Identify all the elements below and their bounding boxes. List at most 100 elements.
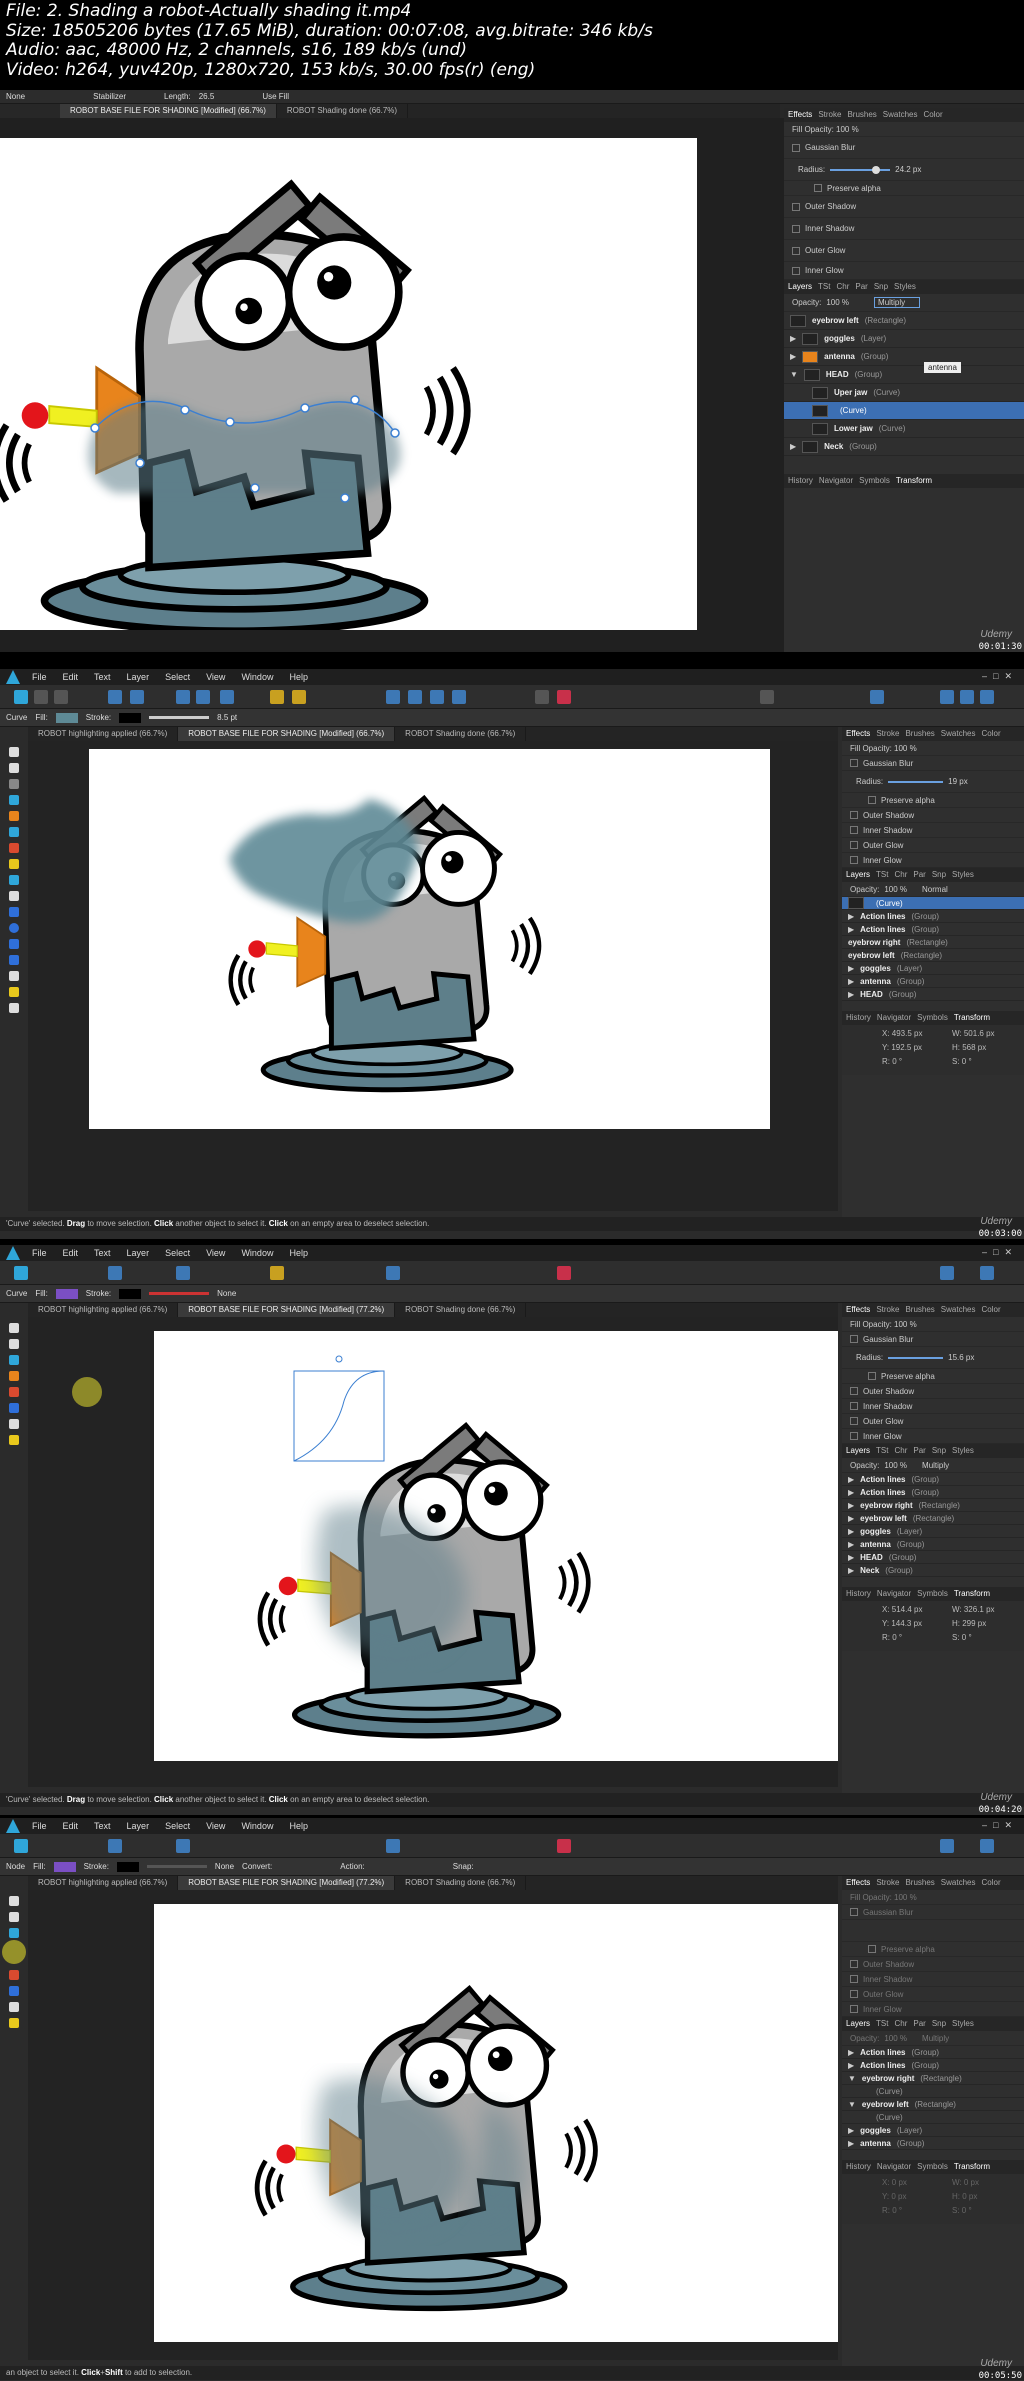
blend-mode[interactable]: Multiply xyxy=(922,1461,949,1470)
blend-mode[interactable]: Normal xyxy=(922,885,948,894)
menu-file[interactable]: File xyxy=(32,672,47,682)
layer-row[interactable]: (Curve) xyxy=(842,2111,1024,2124)
pen-tool-icon[interactable] xyxy=(9,1355,19,1365)
grid-icon[interactable] xyxy=(220,690,234,704)
menu-view[interactable]: View xyxy=(206,672,225,682)
tab-brushes[interactable]: Brushes xyxy=(847,110,876,120)
transform-y[interactable]: 192.5 px xyxy=(891,1043,922,1052)
tab-swatches[interactable]: Swatches xyxy=(941,1305,976,1315)
view1-icon[interactable] xyxy=(940,1266,954,1280)
layer-opacity[interactable]: 100 % xyxy=(884,885,907,894)
inner-shadow-checkbox[interactable] xyxy=(792,224,800,233)
window-controls-icon[interactable]: –□✕ xyxy=(982,1247,1018,1258)
tab-color[interactable]: Color xyxy=(981,1305,1000,1315)
canvas[interactable] xyxy=(0,138,697,630)
tab-robot-done[interactable]: ROBOT Shading done (66.7%) xyxy=(395,1303,527,1317)
tab-robot-done[interactable]: ROBOT Shading done (66.7%) xyxy=(395,727,527,741)
outer-glow-checkbox[interactable] xyxy=(792,246,800,255)
transform-w[interactable]: 326.1 px xyxy=(964,1605,995,1614)
menu-text[interactable]: Text xyxy=(94,1248,111,1258)
tab-transform[interactable]: Transform xyxy=(954,1589,990,1599)
transform-h[interactable]: 0 px xyxy=(962,2192,977,2201)
tab-stroke[interactable]: Stroke xyxy=(818,110,841,120)
tab-color[interactable]: Color xyxy=(923,110,942,120)
tab-swatches[interactable]: Swatches xyxy=(941,729,976,739)
node-tool-icon[interactable] xyxy=(9,1339,19,1349)
tab-swatches[interactable]: Swatches xyxy=(883,110,918,120)
inner-glow-checkbox[interactable] xyxy=(850,2005,858,2013)
snap2-icon[interactable] xyxy=(292,690,306,704)
tab-tst[interactable]: TSt xyxy=(876,870,888,880)
expand-icon[interactable]: ▶ xyxy=(790,352,796,361)
tab-navigator[interactable]: Navigator xyxy=(877,1589,911,1599)
inner-glow-checkbox[interactable] xyxy=(850,1432,858,1440)
layer-opacity[interactable]: 100 % xyxy=(884,2034,907,2043)
fill-opacity[interactable]: Fill Opacity: 100 % xyxy=(842,1317,1024,1332)
menu-file[interactable]: File xyxy=(32,1248,47,1258)
pen-tool-icon[interactable] xyxy=(9,795,19,805)
view1-icon[interactable] xyxy=(940,1839,954,1853)
menu-view[interactable]: View xyxy=(206,1248,225,1258)
preserve-alpha-checkbox[interactable] xyxy=(868,796,876,804)
inner-glow-checkbox[interactable] xyxy=(792,266,800,275)
persona-pixel-icon[interactable] xyxy=(34,690,48,704)
arrange3-icon[interactable] xyxy=(430,690,444,704)
outer-shadow-checkbox[interactable] xyxy=(850,1960,858,1968)
node-tool-icon[interactable] xyxy=(9,1912,19,1922)
layer-row[interactable]: ▶ Action lines (Group) xyxy=(842,910,1024,923)
tab-snp[interactable]: Snp xyxy=(932,870,946,880)
brush-tool-icon[interactable] xyxy=(9,827,19,837)
tab-par[interactable]: Par xyxy=(913,1446,925,1456)
outer-glow-checkbox[interactable] xyxy=(850,841,858,849)
select-icon[interactable] xyxy=(176,1266,190,1280)
tab-symbols[interactable]: Symbols xyxy=(917,1589,948,1599)
view3-icon[interactable] xyxy=(980,1266,994,1280)
hand-tool-icon[interactable] xyxy=(9,1435,19,1445)
tab-stroke[interactable]: Stroke xyxy=(876,1878,899,1888)
layer-row[interactable]: ▶ goggles (Layer) xyxy=(842,1525,1024,1538)
layer-row[interactable]: ▼ HEAD (Group) xyxy=(784,366,1024,384)
radius-value[interactable]: 24.2 px xyxy=(895,165,921,174)
transform-r[interactable]: 0 ° xyxy=(892,1057,902,1066)
layer-row[interactable]: ▼ eyebrow left (Rectangle) xyxy=(842,2098,1024,2111)
transform-h[interactable]: 568 px xyxy=(962,1043,986,1052)
tab-effects[interactable]: Effects xyxy=(846,729,870,739)
move-tool-icon[interactable] xyxy=(9,1323,19,1333)
tab-layers[interactable]: Layers xyxy=(846,2019,870,2029)
tab-par[interactable]: Par xyxy=(913,870,925,880)
pencil-tool-icon[interactable] xyxy=(9,1371,19,1381)
menu-help[interactable]: Help xyxy=(289,1821,308,1831)
select-icon[interactable] xyxy=(176,690,190,704)
arrange4-icon[interactable] xyxy=(452,690,466,704)
layer-row[interactable]: ▶ goggles (Layer) xyxy=(784,330,1024,348)
preserve-alpha-checkbox[interactable] xyxy=(868,1372,876,1380)
radius-slider[interactable] xyxy=(888,1356,944,1359)
shape2-tool-icon[interactable] xyxy=(9,955,19,965)
shape-tool-icon[interactable] xyxy=(9,939,19,949)
persona-designer-icon[interactable] xyxy=(14,690,28,704)
tab-robot-highlighting[interactable]: ROBOT highlighting applied (66.7%) xyxy=(28,727,179,741)
layer-row[interactable]: ▶ eyebrow right (Rectangle) xyxy=(842,1499,1024,1512)
layer-row[interactable]: ▶ Action lines (Group) xyxy=(842,2046,1024,2059)
tab-layers[interactable]: Layers xyxy=(788,282,812,292)
color-icon[interactable] xyxy=(557,1839,571,1853)
layer-row[interactable]: (Curve) xyxy=(842,2085,1024,2098)
gaussian-blur-checkbox[interactable] xyxy=(850,1335,858,1343)
view3-icon[interactable] xyxy=(980,690,994,704)
tab-tst[interactable]: TSt xyxy=(818,282,830,292)
tab-brushes[interactable]: Brushes xyxy=(905,1878,934,1888)
text-tool-icon[interactable] xyxy=(9,2002,19,2012)
hand-tool-icon[interactable] xyxy=(9,2018,19,2028)
view3-icon[interactable] xyxy=(980,1839,994,1853)
expand-icon[interactable]: ▶ xyxy=(790,442,796,451)
settings-icon[interactable] xyxy=(108,1839,122,1853)
layer-row[interactable]: ▶ Action lines (Group) xyxy=(842,1473,1024,1486)
layer-row[interactable]: ▶ antenna (Group) xyxy=(842,1538,1024,1551)
blend-mode[interactable]: Multiply xyxy=(874,297,921,308)
menu-select[interactable]: Select xyxy=(165,1248,190,1258)
layer-row[interactable]: eyebrow right (Rectangle) xyxy=(842,936,1024,949)
ellipse-tool-icon[interactable] xyxy=(9,923,19,933)
radius-slider[interactable] xyxy=(830,165,891,174)
snap-icon[interactable] xyxy=(270,690,284,704)
tab-chr[interactable]: Chr xyxy=(836,282,849,292)
